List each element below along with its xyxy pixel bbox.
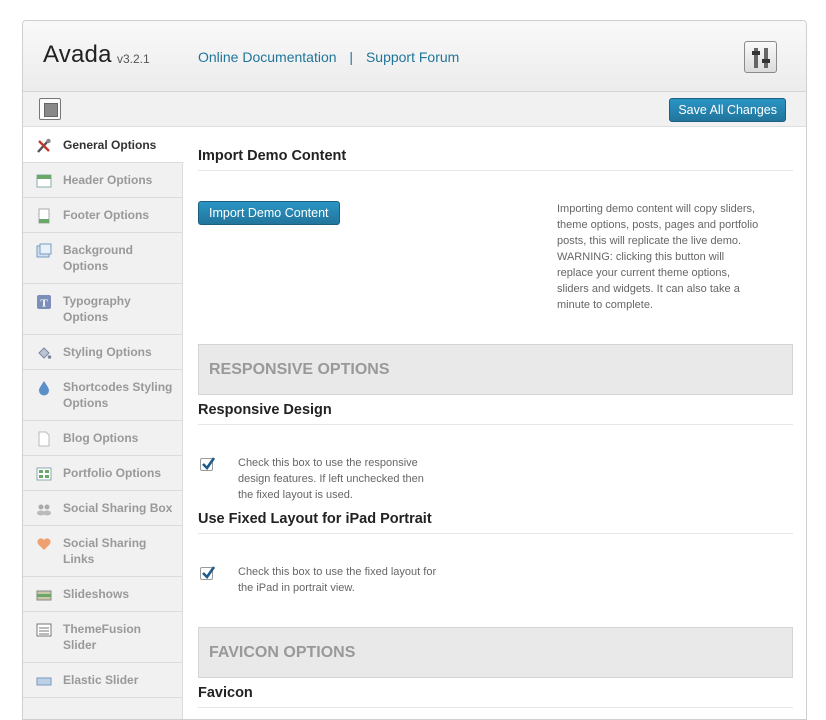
save-all-changes-button[interactable]: Save All Changes [669, 98, 786, 122]
sidebar-item-typography-options[interactable]: T Typography Options [23, 284, 183, 335]
sidebar-item-label: ThemeFusion Slider [63, 622, 142, 652]
support-forum-link[interactable]: Support Forum [366, 49, 459, 65]
theme-options-panel: Avada v3.2.1 Online Documentation | Supp… [22, 20, 807, 720]
sidebar-item-label: Elastic Slider [63, 673, 139, 687]
slider-icon [36, 622, 52, 638]
sidebar-item-shortcodes-styling-options[interactable]: Shortcodes Styling Options [23, 370, 183, 421]
header-layout-icon [36, 173, 52, 189]
wrench-screwdriver-icon [36, 138, 52, 154]
responsive-design-checkbox[interactable] [200, 457, 216, 471]
ipad-fixed-layout-title: Use Fixed Layout for iPad Portrait [198, 511, 793, 534]
sidebar-item-label: Blog Options [63, 431, 139, 445]
sidebar-item-label: Footer Options [63, 208, 149, 222]
blog-page-icon [36, 431, 52, 447]
sidebar-item-styling-options[interactable]: Styling Options [23, 335, 183, 370]
sidebar-item-label: Social Sharing Box [63, 501, 173, 515]
online-documentation-link[interactable]: Online Documentation [198, 49, 337, 65]
paint-bucket-icon [36, 345, 52, 361]
sidebar-item-label: Header Options [63, 173, 153, 187]
panel-header: Avada v3.2.1 Online Documentation | Supp… [23, 21, 806, 92]
sidebar-item-blog-options[interactable]: Blog Options [23, 421, 183, 456]
sidebar-item-label: Social Sharing Links [63, 536, 147, 566]
sidebar-item-label: Slideshows [63, 587, 130, 601]
portfolio-grid-icon [36, 466, 52, 482]
sidebar-item-label: Shortcodes Styling Options [63, 380, 173, 410]
sidebar-item-social-sharing-box[interactable]: Social Sharing Box [23, 491, 183, 526]
sidebar-item-general-options[interactable]: General Options [23, 128, 184, 163]
ipad-fixed-layout-checkbox[interactable] [200, 566, 216, 580]
options-toolbar: Save All Changes [23, 92, 806, 127]
water-drop-icon [36, 380, 52, 396]
background-image-icon [36, 243, 52, 259]
sidebar-item-label: Background Options [63, 243, 134, 273]
ipad-fixed-layout-description: Check this box to use the fixed layout f… [238, 566, 437, 594]
link-separator: | [349, 49, 354, 65]
elastic-slider-icon [36, 673, 52, 689]
favicon-title: Favicon [198, 685, 793, 708]
sidebar-item-themefusion-slider[interactable]: ThemeFusion Slider [23, 612, 183, 663]
sidebar-item-social-sharing-links[interactable]: Social Sharing Links [23, 526, 183, 577]
responsive-design-description: Check this box to use the responsive des… [238, 457, 424, 501]
header-links: Online Documentation | Support Forum [198, 49, 459, 65]
options-content: Import Demo Content Import Demo Content … [198, 128, 793, 719]
responsive-options-group: RESPONSIVE OPTIONS [198, 344, 793, 395]
brand-title: Avada [43, 41, 112, 68]
users-icon [36, 501, 52, 517]
sidebar-item-label: Portfolio Options [63, 466, 161, 480]
sidebar-item-label: Styling Options [63, 345, 152, 359]
sliders-settings-icon[interactable] [744, 41, 777, 73]
sidebar-item-header-options[interactable]: Header Options [23, 163, 183, 198]
footer-page-icon [36, 208, 52, 224]
options-sidebar: General Options Header Options Footer Op… [23, 128, 184, 719]
responsive-design-title: Responsive Design [198, 402, 793, 425]
typography-icon: T [36, 294, 52, 310]
brand-version: v3.2.1 [117, 52, 150, 66]
sidebar-item-footer-options[interactable]: Footer Options [23, 198, 183, 233]
sidebar-item-background-options[interactable]: Background Options [23, 233, 183, 284]
sidebar-item-elastic-slider[interactable]: Elastic Slider [23, 663, 183, 698]
sidebar-item-portfolio-options[interactable]: Portfolio Options [23, 456, 183, 491]
sidebar-item-slideshows[interactable]: Slideshows [23, 577, 183, 612]
import-demo-content-button[interactable]: Import Demo Content [198, 201, 340, 225]
slideshow-icon [36, 587, 52, 603]
import-demo-description: Importing demo content will copy sliders… [557, 203, 759, 311]
sidebar-item-label: General Options [63, 138, 157, 152]
svg-text:T: T [40, 298, 48, 310]
sidebar-item-label: Typography Options [63, 294, 131, 324]
heart-icon [36, 536, 52, 552]
favicon-options-group: FAVICON OPTIONS [198, 627, 793, 678]
import-demo-title: Import Demo Content [198, 148, 793, 171]
expand-toggle-icon[interactable] [39, 98, 61, 120]
